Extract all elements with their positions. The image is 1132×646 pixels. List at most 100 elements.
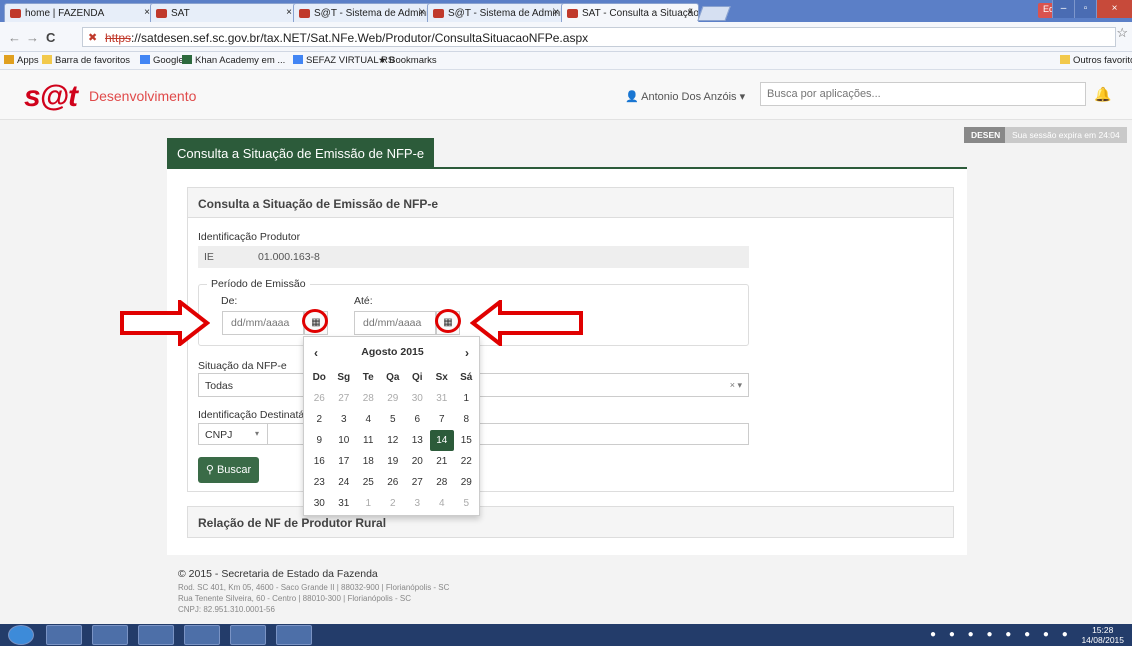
calendar-day[interactable]: 30 — [307, 493, 332, 514]
date-from-input[interactable] — [222, 311, 304, 335]
calendar-day[interactable]: 7 — [430, 409, 455, 430]
url-input[interactable]: ✖ https://satdesen.sef.sc.gov.br/tax.NET… — [82, 27, 1116, 47]
taskbar-explorer-icon[interactable] — [92, 625, 128, 645]
calendar-day[interactable]: 29 — [454, 472, 479, 493]
app-search-input[interactable] — [760, 82, 1086, 106]
calendar-day[interactable]: 3 — [405, 493, 430, 514]
start-button[interactable] — [8, 625, 34, 645]
tab-favicon-icon — [156, 9, 167, 18]
calendar-day[interactable]: 4 — [430, 493, 455, 514]
calendar-day[interactable]: 15 — [454, 430, 479, 451]
de-label: De: — [221, 295, 238, 307]
weekday-header: Sx — [435, 372, 448, 383]
calendar-day[interactable]: 17 — [332, 451, 357, 472]
calendar-day[interactable]: 28 — [356, 388, 381, 409]
window-controls: – ▫ × — [1052, 0, 1132, 18]
date-to-input[interactable] — [354, 311, 436, 335]
bookmark-folder[interactable]: Barra de favoritos — [42, 55, 130, 66]
buscar-button[interactable]: ⚲ Buscar — [198, 457, 259, 483]
calendar-day[interactable]: 2 — [381, 493, 406, 514]
close-tab-icon[interactable]: × — [687, 7, 693, 18]
ie-readonly-field: IE 01.000.163-8 — [198, 246, 749, 268]
calendar-day[interactable]: 2 — [307, 409, 332, 430]
taskbar-word-icon[interactable] — [276, 625, 312, 645]
month-title[interactable]: Agosto 2015 — [304, 346, 481, 358]
calendar-day[interactable]: 4 — [356, 409, 381, 430]
browser-tab[interactable]: home | FAZENDA × — [4, 3, 156, 22]
doc-type-select[interactable]: CNPJ ▾ — [198, 423, 268, 445]
sat-logo[interactable]: s@t — [24, 80, 78, 114]
id-produtor-label: Identificação Produtor — [198, 231, 301, 243]
browser-tab[interactable]: S@T - Sistema de Admini × — [293, 3, 431, 22]
calendar-day[interactable]: 19 — [381, 451, 406, 472]
calendar-day[interactable]: 5 — [454, 493, 479, 514]
user-menu[interactable]: 👤 Antonio Dos Anzóis ▾ — [625, 90, 745, 103]
calendar-day[interactable]: 31 — [332, 493, 357, 514]
annotation-arrow-right — [120, 300, 210, 346]
reload-icon[interactable]: C — [46, 30, 55, 45]
taskbar-chrome-icon[interactable] — [184, 625, 220, 645]
calendar-day[interactable]: 20 — [405, 451, 430, 472]
calendar-day-today[interactable]: 14 — [429, 430, 454, 451]
bookmark-khan[interactable]: Khan Academy em ... — [182, 55, 285, 66]
calendar-day[interactable]: 1 — [454, 388, 479, 409]
calendar-day[interactable]: 21 — [430, 451, 455, 472]
calendar-day[interactable]: 1 — [356, 493, 381, 514]
calendar-day[interactable]: 11 — [356, 430, 381, 451]
calendar-day[interactable]: 18 — [356, 451, 381, 472]
clock: 15:28 14/08/2015 — [1081, 625, 1124, 645]
taskbar-apps-icon[interactable] — [230, 625, 266, 645]
taskbar-ie-icon[interactable] — [46, 625, 82, 645]
bookmark-bookmarks[interactable]: ★ Bookmarks — [378, 55, 437, 66]
calendar-day[interactable]: 29 — [381, 388, 406, 409]
calendar-day[interactable]: 16 — [307, 451, 332, 472]
taskbar-outlook-icon[interactable] — [138, 625, 174, 645]
destinatario-label: Identificação Destinatário — [198, 409, 316, 421]
close-tab-icon[interactable]: × — [553, 7, 559, 18]
bell-icon[interactable]: 🔔 — [1094, 86, 1111, 103]
bookmark-google[interactable]: Google — [140, 55, 184, 66]
caret-down-icon: ▾ — [254, 429, 259, 438]
bookmark-other[interactable]: Outros favoritos — [1060, 55, 1132, 66]
calendar-day[interactable]: 9 — [307, 430, 332, 451]
browser-tab-active[interactable]: SAT - Consulta a Situação × — [561, 3, 699, 22]
calendar-day[interactable]: 13 — [405, 430, 430, 451]
calendar-day[interactable]: 24 — [332, 472, 357, 493]
calendar-day[interactable]: 3 — [332, 409, 357, 430]
weekday-header: Qa — [386, 372, 400, 383]
browser-tab[interactable]: S@T - Sistema de Admini × — [427, 3, 565, 22]
calendar-day[interactable]: 28 — [430, 472, 455, 493]
calendar-day[interactable]: 12 — [381, 430, 406, 451]
calendar-day[interactable]: 22 — [454, 451, 479, 472]
forward-icon[interactable]: → — [26, 30, 39, 45]
address-bar-row: ← → C ✖ https://satdesen.sef.sc.gov.br/t… — [0, 22, 1132, 52]
close-tab-icon[interactable]: × — [286, 7, 292, 18]
calendar-day[interactable]: 31 — [430, 388, 455, 409]
calendar-day[interactable]: 5 — [381, 409, 406, 430]
minimize-icon[interactable]: – — [1052, 0, 1074, 18]
maximize-icon[interactable]: ▫ — [1074, 0, 1096, 18]
bookmark-star-icon[interactable]: ☆ — [1116, 25, 1128, 41]
close-tab-icon[interactable]: × — [419, 7, 425, 18]
next-month-button[interactable]: › — [465, 346, 469, 360]
bookmark-apps[interactable]: Apps — [4, 55, 39, 66]
weekday-header: Sg — [337, 372, 351, 383]
calendar-day[interactable]: 10 — [332, 430, 357, 451]
calendar-day[interactable]: 8 — [454, 409, 479, 430]
new-tab-button[interactable] — [697, 6, 731, 21]
close-window-icon[interactable]: × — [1096, 0, 1132, 18]
calendar-day[interactable]: 6 — [405, 409, 430, 430]
google-icon — [140, 55, 150, 64]
browser-tab-strip: home | FAZENDA × SAT × S@T - Sistema de … — [0, 0, 1132, 22]
calendar-day[interactable]: 30 — [405, 388, 430, 409]
calendar-day[interactable]: 26 — [381, 472, 406, 493]
calendar-day[interactable]: 27 — [332, 388, 357, 409]
back-icon[interactable]: ← — [8, 30, 21, 45]
calendar-day[interactable]: 27 — [405, 472, 430, 493]
calendar-day[interactable]: 23 — [307, 472, 332, 493]
system-tray-icons[interactable]: ● ● ● ● ● ● ● ● — [930, 629, 1073, 640]
browser-tab[interactable]: SAT × — [150, 3, 298, 22]
annotation-arrow-left — [470, 300, 583, 346]
calendar-day[interactable]: 25 — [356, 472, 381, 493]
calendar-day[interactable]: 26 — [307, 388, 332, 409]
